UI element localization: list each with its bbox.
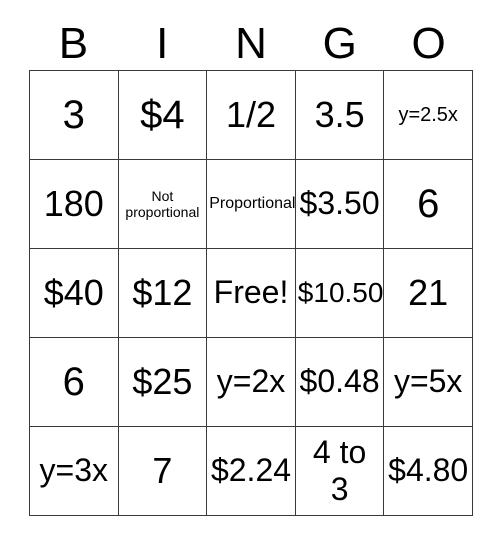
- bingo-cell-text: $3.50: [299, 185, 380, 222]
- bingo-cell-text: $2.24: [210, 452, 292, 489]
- bingo-cell-o5[interactable]: $4.80: [384, 427, 473, 516]
- bingo-cell-text: $4: [140, 93, 185, 137]
- bingo-cell-b4[interactable]: 6: [30, 338, 119, 427]
- bingo-cell-text: 7: [152, 450, 173, 492]
- bingo-cell-b5[interactable]: y=3x: [30, 427, 119, 516]
- bingo-header-letter-b: B: [58, 19, 89, 68]
- bingo-cell-o4[interactable]: y=5x: [384, 338, 473, 427]
- bingo-header-letter-i: I: [156, 19, 169, 68]
- bingo-cell-text: 3: [62, 93, 85, 137]
- bingo-cell-n5[interactable]: $2.24: [207, 427, 296, 516]
- bingo-cell-i4[interactable]: $25: [118, 338, 208, 427]
- bingo-cell-text: 6: [62, 360, 85, 404]
- bingo-cell-text: y=2.5x: [398, 103, 458, 126]
- bingo-cell-o1[interactable]: y=2.5x: [384, 71, 473, 160]
- bingo-cell-text: 4 to 3: [312, 434, 367, 507]
- bingo-grid: 3 $4 1/2 3.5 y=2.5x 180 Not proportional…: [29, 70, 473, 516]
- bingo-header-letter-g: G: [322, 19, 357, 68]
- bingo-cell-n2[interactable]: Proportional: [207, 160, 296, 249]
- bingo-cell-text: Proportional: [209, 194, 296, 212]
- bingo-cell-i1[interactable]: $4: [118, 71, 208, 160]
- bingo-cell-text: 180: [43, 183, 104, 225]
- bingo-cell-text: 6: [417, 182, 440, 226]
- bingo-cell-text: $10.50: [297, 277, 384, 309]
- bingo-header-row: B I N G O: [29, 18, 473, 70]
- bingo-cell-text: 3.5: [314, 94, 365, 136]
- bingo-cell-text: y=5x: [393, 363, 463, 400]
- bingo-cell-text: Not proportional: [125, 187, 200, 220]
- bingo-cell-b3[interactable]: $40: [30, 249, 119, 338]
- bingo-cell-free-space[interactable]: Free!: [207, 249, 296, 338]
- bingo-cell-b2[interactable]: 180: [30, 160, 119, 249]
- bingo-cell-text: $4.80: [388, 452, 469, 489]
- bingo-cell-i5[interactable]: 7: [118, 427, 208, 516]
- bingo-cell-g3[interactable]: $10.50: [295, 249, 385, 338]
- bingo-header-letter-o: O: [411, 19, 446, 68]
- bingo-cell-text: 21: [408, 272, 449, 314]
- bingo-cell-o2[interactable]: 6: [384, 160, 473, 249]
- bingo-cell-text: $12: [132, 272, 193, 314]
- bingo-cell-n1[interactable]: 1/2: [207, 71, 296, 160]
- bingo-cell-text: $25: [132, 361, 193, 403]
- bingo-cell-g2[interactable]: $3.50: [295, 160, 385, 249]
- bingo-cell-text: y=2x: [216, 363, 286, 400]
- bingo-cell-g5[interactable]: 4 to 3: [295, 427, 385, 516]
- bingo-cell-b1[interactable]: 3: [30, 71, 119, 160]
- bingo-cell-text: $40: [43, 272, 104, 314]
- bingo-cell-text: y=3x: [39, 452, 109, 489]
- bingo-header-letter-n: N: [235, 19, 267, 68]
- bingo-cell-g1[interactable]: 3.5: [295, 71, 385, 160]
- bingo-cell-text: 1/2: [225, 94, 277, 136]
- bingo-cell-i3[interactable]: $12: [118, 249, 208, 338]
- bingo-cell-n4[interactable]: y=2x: [207, 338, 296, 427]
- bingo-cell-g4[interactable]: $0.48: [295, 338, 385, 427]
- bingo-card: B I N G O 3 $4 1/2 3.5 y=2.5x 180 Not pr…: [0, 0, 500, 544]
- bingo-free-space-label: Free!: [213, 274, 289, 311]
- bingo-cell-i2[interactable]: Not proportional: [118, 160, 208, 249]
- bingo-cell-o3[interactable]: 21: [384, 249, 473, 338]
- bingo-cell-text: $0.48: [299, 363, 380, 400]
